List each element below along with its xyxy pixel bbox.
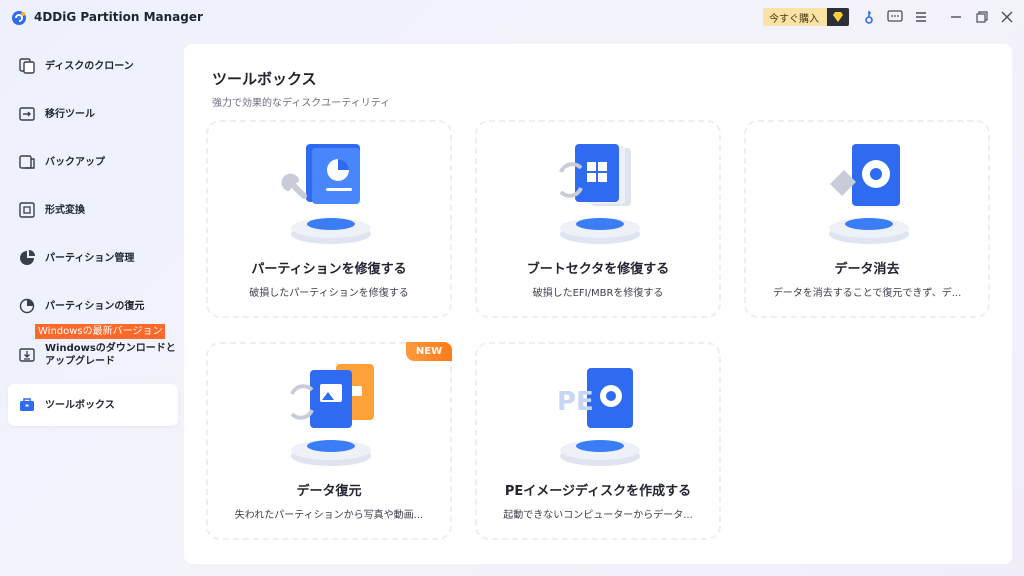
data-erase-illustration: [829, 144, 909, 244]
boot-sector-illustration: [559, 144, 640, 244]
card-title: ブートセクタを修復する: [526, 262, 670, 277]
sidebar-item-label: パーティションの復元: [45, 300, 145, 312]
card-data-recovery[interactable]: NEW データ復元 失われたパーティションから写真や動画...: [206, 342, 452, 540]
card-title: データ復元: [296, 484, 362, 499]
pe-disk-illustration: PE: [557, 368, 640, 466]
sidebar-item-label: 移行ツール: [45, 108, 95, 120]
toolbox-icon: [20, 398, 34, 411]
partition-repair-illustration: [281, 144, 371, 244]
sidebar-item-label: ツールボックス: [45, 399, 115, 411]
feedback-icon[interactable]: [887, 9, 903, 25]
sidebar-item-partition-manage[interactable]: パーティション管理: [8, 237, 178, 279]
sidebar-item-disk-clone[interactable]: ディスクのクローン: [8, 45, 178, 87]
windows-download-icon: [19, 348, 35, 362]
main-panel: ツールボックス 強力で効果的なディスクユーティリティ パーティションを修復する …: [184, 44, 1012, 564]
card-boot-sector-repair[interactable]: ブートセクタを修復する 破損したEFI/MBRを修復する: [475, 120, 721, 318]
sidebar-item-label: バックアップ: [45, 156, 105, 168]
buy-now-label: 今すぐ購入: [769, 13, 819, 25]
sidebar-item-label: 形式変換: [45, 204, 85, 216]
page-title: ツールボックス: [212, 70, 317, 88]
card-title: PEイメージディスクを作成する: [504, 484, 692, 499]
sidebar-item-label-line1: Windowsのダウンロードと: [45, 343, 176, 354]
restore-icon[interactable]: [974, 9, 990, 25]
app-logo-icon: [12, 11, 26, 25]
migrate-icon: [19, 107, 35, 121]
sidebar-item-toolbox[interactable]: ツールボックス: [8, 384, 178, 426]
key-icon[interactable]: [861, 9, 877, 25]
title-bar: 4DDiG Partition Manager 今すぐ購入: [0, 0, 1024, 36]
sidebar: ディスクのクローン 移行ツール バックアップ 形式変換 パーティション管理 パー…: [0, 40, 184, 576]
buy-now-button[interactable]: 今すぐ購入: [763, 8, 849, 26]
app-title: 4DDiG Partition Manager: [34, 10, 203, 24]
sidebar-item-migrate[interactable]: 移行ツール: [8, 93, 178, 135]
card-title: パーティションを修復する: [251, 262, 407, 277]
sidebar-item-label: Windowsのダウンロードと アップグレード: [45, 342, 176, 368]
card-title: データ消去: [834, 262, 900, 277]
card-description: データを消去することで復元できず、デ...: [772, 288, 962, 299]
pie-chart-icon: [20, 250, 35, 265]
backup-icon: [19, 155, 35, 169]
card-description: 起動できないコンピューターからデータ...: [503, 510, 693, 521]
card-data-erase[interactable]: データ消去 データを消去することで復元できず、デ...: [744, 120, 990, 318]
sidebar-item-partition-restore[interactable]: パーティションの復元: [8, 285, 178, 327]
menu-icon[interactable]: [913, 9, 929, 25]
card-create-pe-disk[interactable]: PE PEイメージディスクを作成する 起動できないコンピューターからデータ...: [475, 342, 721, 540]
sidebar-item-label-line2: アップグレード: [45, 356, 115, 367]
sidebar-item-label: ディスクのクローン: [45, 60, 134, 72]
new-badge: NEW: [406, 342, 452, 361]
sidebar-item-windows-download[interactable]: Windowsのダウンロードと アップグレード: [8, 334, 178, 376]
diamond-icon: [827, 8, 849, 26]
close-icon[interactable]: [999, 9, 1015, 25]
partition-restore-icon: [19, 298, 35, 314]
sidebar-item-backup[interactable]: バックアップ: [8, 141, 178, 183]
data-recovery-illustration: [290, 364, 374, 466]
pe-illustration-text: PE: [557, 387, 594, 417]
card-description: 失われたパーティションから写真や動画...: [234, 510, 424, 521]
card-description: 破損したEFI/MBRを修復する: [532, 288, 664, 299]
convert-icon: [19, 202, 35, 218]
sidebar-item-convert[interactable]: 形式変換: [8, 189, 178, 231]
page-subtitle: 強力で効果的なディスクユーティリティ: [212, 98, 391, 109]
card-partition-repair[interactable]: パーティションを修復する 破損したパーティションを修復する: [206, 120, 452, 318]
minimize-icon[interactable]: [948, 9, 964, 25]
card-description: 破損したパーティションを修復する: [249, 288, 409, 299]
windows-latest-version-badge: Windowsの最新バージョン: [35, 324, 166, 339]
disk-clone-icon: [19, 58, 35, 74]
sidebar-item-label: パーティション管理: [45, 252, 135, 264]
